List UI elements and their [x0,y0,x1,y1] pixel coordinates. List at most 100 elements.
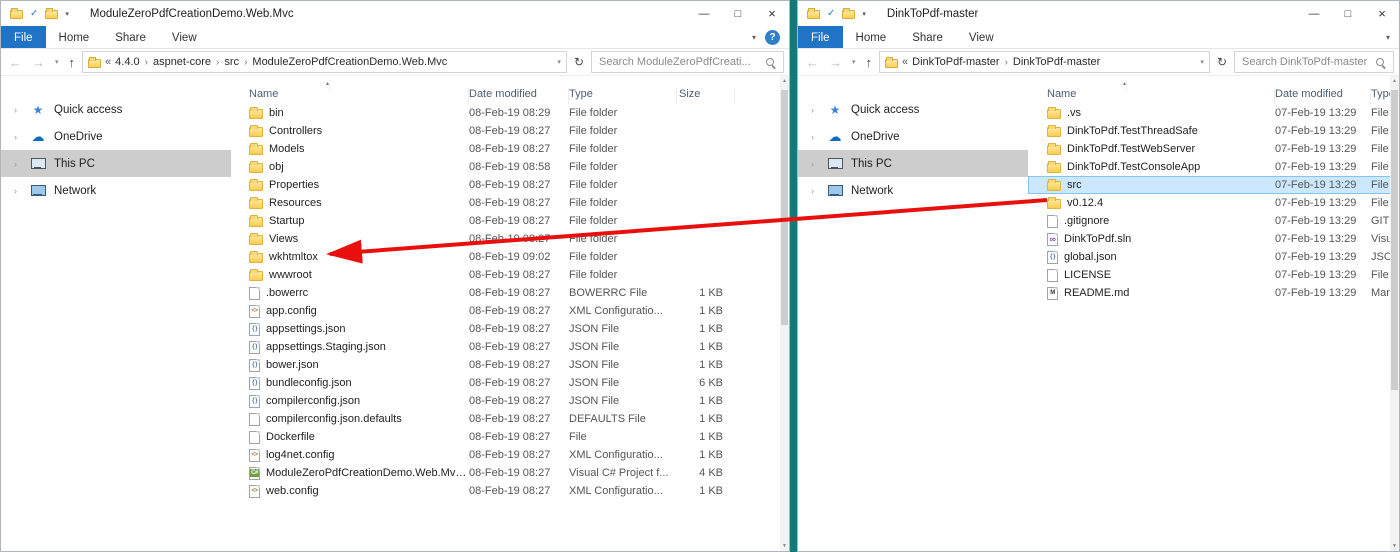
ribbon-tab-file[interactable]: File [1,26,46,48]
breadcrumb-segment[interactable]: aspnet-core [153,56,211,68]
file-row[interactable]: wwwroot 08-Feb-19 08:27 File folder [231,266,789,284]
refresh-icon[interactable]: ↻ [1214,55,1230,69]
sidebar-item-quick-access[interactable]: › ★ Quick access [798,96,1028,123]
breadcrumb-overflow-icon[interactable]: « [902,56,908,68]
search-input[interactable]: Search DinkToPdf-master [1234,51,1394,73]
ribbon-tab-share[interactable]: Share [899,26,956,48]
expand-chevron-icon[interactable]: › [14,105,22,115]
checkmark-icon[interactable]: ✓ [827,8,835,19]
sidebar-item-network[interactable]: › Network [1,177,231,204]
file-row[interactable]: <> web.config 08-Feb-19 08:27 XML Configura… [231,482,789,500]
expand-chevron-icon[interactable]: › [811,186,819,196]
column-header-name[interactable]: Name [1028,88,1275,104]
scroll-up-icon[interactable]: ▲ [782,78,787,84]
vertical-scrollbar[interactable]: ▲ ▼ [780,76,789,551]
scrollbar-thumb[interactable] [1391,90,1398,390]
recent-locations-chevron-icon[interactable]: ▾ [52,58,62,66]
recent-locations-chevron-icon[interactable]: ▾ [849,58,859,66]
file-row[interactable]: { } bower.json 08-Feb-19 08:27 JSON File 1 K… [231,356,789,374]
breadcrumb-segment[interactable]: DinkToPdf-master [912,56,999,68]
forward-icon[interactable]: → [29,55,48,70]
sidebar-item-onedrive[interactable]: › ☁ OneDrive [798,123,1028,150]
file-row[interactable]: .gitignore07-Feb-19 13:29GITIGNORE File [1028,212,1399,230]
expand-chevron-icon[interactable]: › [14,186,22,196]
file-row[interactable]: Startup 08-Feb-19 08:27 File folder [231,212,789,230]
column-header-date-modified[interactable]: Date modified [469,88,569,104]
file-row[interactable]: C# ModuleZeroPdfCreationDemo.Web.Mvc... 08… [231,464,789,482]
folder-icon[interactable] [45,8,59,19]
qat-customize-chevron-icon[interactable]: ▾ [65,10,69,18]
ribbon-tab-share[interactable]: Share [102,26,159,48]
file-row[interactable]: Properties 08-Feb-19 08:27 File folder [231,176,789,194]
file-row[interactable]: compilerconfig.json.defaults 08-Feb-19 08… [231,410,789,428]
maximize-button[interactable]: □ [1331,1,1365,26]
file-row[interactable]: src07-Feb-19 13:29File folder [1028,176,1399,194]
ribbon-collapse-icon[interactable]: ▾ [752,33,756,42]
column-header-date-modified[interactable]: Date modified [1275,88,1371,104]
file-row[interactable]: Resources 08-Feb-19 08:27 File folder [231,194,789,212]
file-row[interactable]: Controllers 08-Feb-19 08:27 File folder [231,122,789,140]
file-row[interactable]: { } appsettings.json 08-Feb-19 08:27 JSON F… [231,320,789,338]
folder-icon[interactable] [842,8,856,19]
address-box[interactable]: « 4.4.0 › aspnet-core › src › ModuleZeroPdfCre… [82,51,567,73]
file-row[interactable]: Views 08-Feb-19 08:27 File folder [231,230,789,248]
file-row[interactable]: { } bundleconfig.json 08-Feb-19 08:27 JSON … [231,374,789,392]
help-icon[interactable]: ? [765,29,780,45]
up-icon[interactable]: ↑ [863,55,876,70]
ribbon-tab-view[interactable]: View [956,26,1007,48]
scrollbar-thumb[interactable] [781,90,788,325]
file-row[interactable]: { }global.json07-Feb-19 13:29JSON File [1028,248,1399,266]
ribbon-tab-view[interactable]: View [159,26,210,48]
ribbon-tab-file[interactable]: File [798,26,843,48]
file-row[interactable]: { } compilerconfig.json 08-Feb-19 08:27 JSO… [231,392,789,410]
checkmark-icon[interactable]: ✓ [30,8,38,19]
address-dropdown-icon[interactable]: ▾ [557,58,561,66]
address-box[interactable]: « DinkToPdf-master › DinkToPdf-master ▾ [879,51,1210,73]
back-icon[interactable]: ← [6,55,25,70]
file-row[interactable]: Dockerfile 08-Feb-19 08:27 File 1 KB [231,428,789,446]
expand-chevron-icon[interactable]: › [811,132,819,142]
sidebar-item-onedrive[interactable]: › ☁ OneDrive [1,123,231,150]
file-row[interactable]: Models 08-Feb-19 08:27 File folder [231,140,789,158]
forward-icon[interactable]: → [826,55,845,70]
file-row[interactable]: v0.12.407-Feb-19 13:29File folder [1028,194,1399,212]
scroll-down-icon[interactable]: ▼ [782,543,787,549]
scroll-up-icon[interactable]: ▲ [1392,78,1397,84]
expand-chevron-icon[interactable]: › [811,105,819,115]
file-row[interactable]: MREADME.md07-Feb-19 13:29Markdown File [1028,284,1399,302]
sidebar-item-this-pc[interactable]: › This PC [798,150,1028,177]
breadcrumb-segment[interactable]: 4.4.0 [115,56,139,68]
column-header-name[interactable]: Name [231,88,469,104]
column-header-size[interactable]: Size [677,88,735,104]
ribbon-tab-home[interactable]: Home [46,26,103,48]
file-row[interactable]: bin 08-Feb-19 08:29 File folder [231,104,789,122]
close-button[interactable]: × [1365,1,1399,26]
file-row[interactable]: .bowerrc 08-Feb-19 08:27 BOWERRC File 1 KB [231,284,789,302]
sidebar-item-quick-access[interactable]: › ★ Quick access [1,96,231,123]
scroll-down-icon[interactable]: ▼ [1392,543,1397,549]
up-icon[interactable]: ↑ [66,55,79,70]
expand-chevron-icon[interactable]: › [14,132,22,142]
expand-chevron-icon[interactable]: › [811,159,819,169]
file-row[interactable]: .vs07-Feb-19 13:29File folder [1028,104,1399,122]
file-row[interactable]: DinkToPdf.TestConsoleApp 07-Feb-19 13:29 F… [1028,158,1399,176]
address-dropdown-icon[interactable]: ▾ [1200,58,1204,66]
minimize-button[interactable]: — [687,1,721,26]
breadcrumb-overflow-icon[interactable]: « [105,56,111,68]
file-row[interactable]: wkhtmltox 08-Feb-19 09:02 File folder [231,248,789,266]
refresh-icon[interactable]: ↻ [571,55,587,69]
vertical-scrollbar[interactable]: ▲ ▼ [1390,76,1399,551]
file-row[interactable]: DinkToPdf.TestThreadSafe 07-Feb-19 13:29 F… [1028,122,1399,140]
expand-chevron-icon[interactable]: › [14,159,22,169]
maximize-button[interactable]: □ [721,1,755,26]
file-row[interactable]: <> app.config 08-Feb-19 08:27 XML Configura… [231,302,789,320]
search-input[interactable]: Search ModuleZeroPdfCreati... [591,51,784,73]
file-row[interactable]: LICENSE 07-Feb-19 13:29 File [1028,266,1399,284]
close-button[interactable]: × [755,1,789,26]
file-row[interactable]: { } appsettings.Staging.json 08-Feb-19 08:… [231,338,789,356]
sidebar-item-network[interactable]: › Network [798,177,1028,204]
back-icon[interactable]: ← [803,55,822,70]
file-row[interactable]: DinkToPdf.TestWebServer 07-Feb-19 13:29 Fi… [1028,140,1399,158]
breadcrumb-segment[interactable]: src [224,56,239,68]
sidebar-item-this-pc[interactable]: › This PC [1,150,231,177]
